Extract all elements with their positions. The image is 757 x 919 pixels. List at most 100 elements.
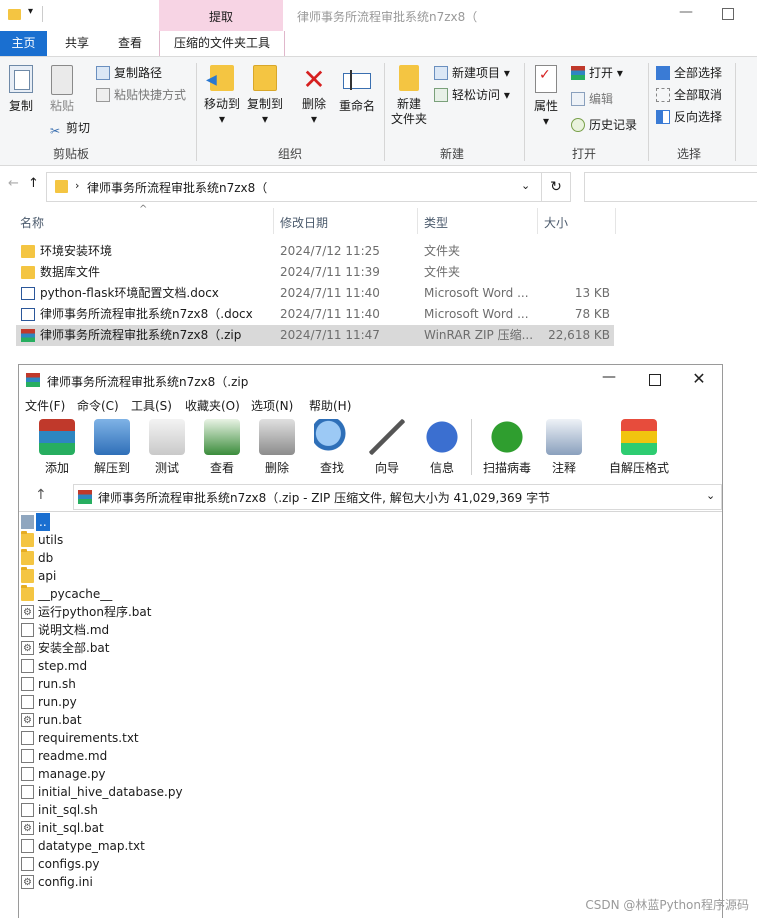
close-button[interactable]: ✕ — [689, 369, 709, 388]
tab-compressed-folder-tools[interactable]: 压缩的文件夹工具 — [159, 31, 285, 56]
file-row[interactable]: 律师事务所流程审批系统n7zx8（.docx 2024/7/11 11:40 Mic… — [16, 304, 614, 325]
menu-item[interactable]: 帮助(H) — [309, 397, 351, 414]
contextual-tab-extract[interactable]: 提取 — [159, 0, 283, 31]
maximize-button[interactable] — [649, 374, 661, 386]
toolbar-find-button[interactable]: 查找 — [302, 417, 362, 476]
file-size: 22,618 KB — [548, 328, 610, 342]
forward-arrow-icon[interactable]: ↑ — [28, 176, 39, 191]
file-row[interactable]: 律师事务所流程审批系统n7zx8（.zip 2024/7/11 11:47 WinR… — [16, 325, 614, 346]
toolbar-delete-button[interactable]: 删除 — [247, 417, 307, 476]
column-separator — [537, 208, 538, 234]
toolbar-wizard-button[interactable]: 向导 — [357, 417, 417, 476]
archive-item-name: run.py — [38, 695, 77, 709]
archive-item-name: utils — [38, 533, 64, 547]
edit-button[interactable]: 编辑 — [571, 90, 613, 108]
comment-icon — [546, 419, 582, 455]
new-item-button[interactable]: 新建项目 ▾ — [434, 64, 510, 82]
toolbar-label: 删除 — [264, 461, 289, 475]
file-row[interactable]: 环境安装环境 2024/7/12 11:25 文件夹 — [16, 241, 614, 262]
folder-icon — [21, 531, 34, 547]
minimize-button[interactable]: — — [676, 4, 696, 20]
history-button[interactable]: 历史记录 — [571, 116, 637, 134]
select-none-button[interactable]: 全部取消 — [656, 86, 722, 104]
folder-icon — [21, 585, 34, 601]
properties-button[interactable]: ✓ 属性 ▾ — [528, 65, 564, 129]
open-button[interactable]: 打开 ▾ — [571, 64, 623, 82]
column-type[interactable]: 类型 — [424, 214, 448, 232]
rename-button[interactable]: 重命名 — [335, 65, 379, 114]
winrar-path-field[interactable]: 律师事务所流程审批系统n7zx8（.zip - ZIP 压缩文件, 解包大小为 … — [73, 484, 722, 510]
toolbar-sfx-button[interactable]: 自解压格式 — [597, 417, 681, 476]
search-input[interactable] — [584, 172, 757, 202]
file-icon — [21, 839, 34, 853]
file-date: 2024/7/11 11:40 — [280, 307, 380, 321]
toolbar-comment-button[interactable]: 注释 — [534, 417, 594, 476]
toolbar-view-button[interactable]: 查看 — [192, 417, 252, 476]
invert-selection-icon — [656, 110, 670, 124]
back-arrow-icon[interactable]: ← — [8, 176, 19, 191]
file-icon — [21, 749, 34, 763]
column-separator — [273, 208, 274, 234]
copy-button[interactable]: 复制 — [4, 65, 38, 114]
file-name: 数据库文件 — [40, 265, 101, 279]
select-all-button[interactable]: 全部选择 — [656, 64, 722, 82]
toolbar-label: 添加 — [44, 461, 69, 475]
menu-item[interactable]: 收藏夹(O) — [185, 397, 240, 414]
sort-chevron-icon: ^ — [139, 204, 148, 215]
file-icon — [21, 857, 34, 871]
move-to-button[interactable]: ◀ 移动到 ▾ — [202, 65, 242, 127]
test-icon — [149, 419, 185, 455]
copy-path-icon — [96, 66, 110, 80]
minimize-button[interactable]: — — [599, 369, 619, 385]
maximize-button[interactable] — [722, 8, 734, 20]
copy-label: 复制 — [8, 99, 33, 113]
toolbar-info-button[interactable]: 信息 — [412, 417, 472, 476]
up-arrow-icon[interactable]: ↑ — [35, 487, 47, 503]
copy-to-button[interactable]: 复制到 ▾ — [243, 65, 287, 127]
copy-path-button[interactable]: 复制路径 — [96, 64, 162, 82]
menu-item[interactable]: 工具(S) — [131, 397, 172, 414]
word-doc-icon — [21, 287, 35, 300]
open-label: 打开 — [589, 66, 614, 80]
history-icon — [571, 118, 585, 132]
toolbar-scan-virus-button[interactable]: 扫描病毒 — [477, 417, 537, 476]
archive-item-name: __pycache__ — [38, 587, 113, 601]
address-bar[interactable]: › 律师事务所流程审批系统n7zx8（ ⌄ — [46, 172, 542, 202]
toolbar-test-button[interactable]: 测试 — [137, 417, 197, 476]
delete-button[interactable]: ✕ 删除 ▾ — [297, 65, 331, 127]
archive-item-name: config.ini — [38, 875, 93, 889]
address-dropdown-icon[interactable]: ⌄ — [521, 179, 530, 192]
column-name[interactable]: 名称 — [20, 214, 44, 232]
folder-icon — [21, 266, 35, 279]
path-dropdown-icon[interactable]: ⌄ — [706, 489, 715, 502]
tab-share[interactable]: 共享 — [52, 31, 102, 56]
file-size: 78 KB — [574, 307, 610, 321]
file-row[interactable]: 数据库文件 2024/7/11 11:39 文件夹 — [16, 262, 614, 283]
cut-label: 剪切 — [66, 121, 91, 135]
easy-access-button[interactable]: 轻松访问 ▾ — [434, 86, 510, 104]
file-type: 文件夹 — [424, 265, 461, 279]
quick-access-dropdown-icon[interactable]: ▾ — [28, 6, 33, 17]
tab-view[interactable]: 查看 — [105, 31, 155, 56]
ribbon: 复制 粘贴 复制路径 粘贴快捷方式 ✂ 剪切 剪贴板 ◀ 移动到 ▾ 复制到 ▾ ✕ … — [0, 57, 757, 166]
paste-shortcut-button[interactable]: 粘贴快捷方式 — [96, 86, 186, 104]
column-date[interactable]: 修改日期 — [280, 214, 328, 232]
cut-button[interactable]: ✂ 剪切 — [48, 119, 91, 138]
toolbar-label: 扫描病毒 — [482, 461, 531, 475]
folder-icon — [21, 245, 35, 258]
new-folder-button[interactable]: 新建 文件夹 — [388, 65, 430, 127]
tab-home[interactable]: 主页 — [0, 31, 47, 56]
menu-item[interactable]: 命令(C) — [77, 397, 119, 414]
menu-item[interactable]: 选项(N) — [251, 397, 293, 414]
refresh-button[interactable]: ↻ — [541, 172, 571, 202]
menu-item[interactable]: 文件(F) — [25, 397, 65, 414]
file-row[interactable]: python-flask环境配置文档.docx 2024/7/11 11:40 Mi… — [16, 283, 614, 304]
toolbar-add-button[interactable]: 添加 — [27, 417, 87, 476]
file-name: 律师事务所流程审批系统n7zx8（.docx — [40, 307, 253, 321]
paste-button[interactable]: 粘贴 — [44, 65, 80, 114]
file-type: Microsoft Word ... — [424, 307, 529, 321]
column-size[interactable]: 大小 — [544, 214, 568, 232]
history-label: 历史记录 — [589, 118, 638, 132]
toolbar-extract-to-button[interactable]: 解压到 — [82, 417, 142, 476]
invert-selection-button[interactable]: 反向选择 — [656, 108, 722, 126]
